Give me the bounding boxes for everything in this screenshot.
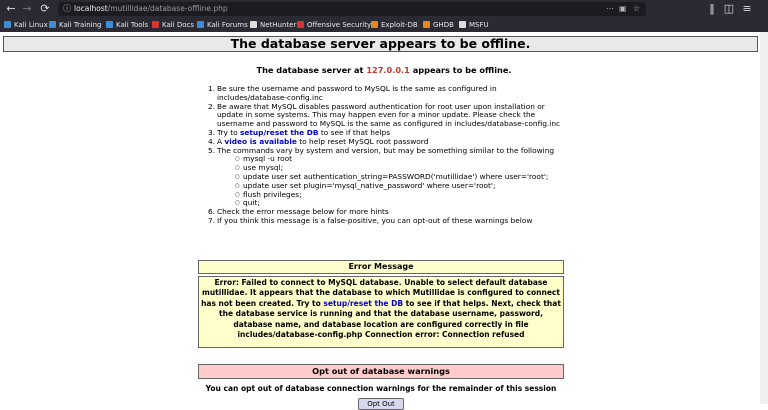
msfu-icon bbox=[459, 21, 466, 28]
bookmark-kali-tools[interactable]: Kali Tools bbox=[106, 18, 148, 32]
opt-out-button[interactable]: Opt Out bbox=[358, 398, 404, 410]
kali-tools-icon bbox=[106, 21, 113, 28]
setup-reset-db-link[interactable]: setup/reset the DB bbox=[240, 128, 319, 137]
error-message-heading: Error Message bbox=[198, 260, 564, 274]
bookmark-kali-training[interactable]: Kali Training bbox=[49, 18, 102, 32]
kali-forums-icon bbox=[197, 21, 204, 28]
command-item: mysql -u root bbox=[235, 155, 568, 164]
bookmark-label: NetHunter bbox=[260, 21, 297, 29]
back-icon[interactable]: ← bbox=[4, 2, 18, 16]
bookmark-label: Kali Forums bbox=[207, 21, 248, 29]
step-text: Be aware that MySQL disables password au… bbox=[217, 101, 561, 129]
step-text: The commands vary by system and version,… bbox=[217, 145, 555, 155]
menu-icon[interactable]: ≡ bbox=[740, 2, 754, 16]
pocket-icon[interactable]: ▣ bbox=[619, 2, 627, 16]
error-message-body: Error: Failed to connect to MySQL databa… bbox=[198, 276, 564, 348]
bookmark-label: Exploit-DB bbox=[381, 21, 418, 29]
page-content: The database server appears to be offlin… bbox=[0, 32, 768, 410]
page-info-icon[interactable]: ⓘ bbox=[63, 2, 71, 16]
browser-chrome: ← → ⟳ ⓘ localhost/mutillidae/database-of… bbox=[0, 0, 768, 32]
exploit-db-icon bbox=[371, 21, 378, 28]
url-path: /mutillidae/database-offline.php bbox=[107, 4, 228, 13]
step-text: Try to bbox=[217, 127, 240, 137]
kali-linux-icon bbox=[4, 21, 11, 28]
bookmark-exploit-db[interactable]: Exploit-DB bbox=[371, 18, 418, 32]
bookmarks-toolbar: Kali Linux Kali Training Kali Tools Kali… bbox=[0, 18, 768, 32]
bookmark-kali-linux[interactable]: Kali Linux bbox=[4, 18, 48, 32]
bookmark-nethunter[interactable]: NetHunter bbox=[250, 18, 296, 32]
page-title: The database server appears to be offlin… bbox=[3, 36, 758, 52]
opt-out-description: You can opt out of database connection w… bbox=[205, 384, 557, 393]
video-link[interactable]: video is available bbox=[224, 137, 297, 146]
offline-headline: The database server at 127.0.0.1 appears… bbox=[0, 65, 768, 75]
step-text: Be sure the username and password to MyS… bbox=[217, 84, 497, 102]
more-actions-icon[interactable]: ⋯ bbox=[606, 2, 614, 16]
step-text: to help reset MySQL root password bbox=[296, 136, 429, 146]
reload-icon[interactable]: ⟳ bbox=[38, 2, 52, 16]
library-icon[interactable]: ‖ bbox=[705, 2, 719, 16]
bookmark-label: Offensive Security bbox=[307, 21, 372, 29]
bookmark-offensive-security[interactable]: Offensive Security bbox=[297, 18, 371, 32]
bookmark-star-icon[interactable]: ☆ bbox=[633, 2, 640, 16]
bookmark-label: Kali Docs bbox=[162, 21, 195, 29]
step-text: Check the error message below for more h… bbox=[217, 207, 389, 217]
bookmark-label: Kali Linux bbox=[14, 21, 48, 29]
list-item: 1. Be sure the username and password to M… bbox=[208, 84, 497, 102]
bookmark-kali-forums[interactable]: Kali Forums bbox=[197, 18, 248, 32]
bookmark-label: Kali Tools bbox=[116, 21, 149, 29]
url-text[interactable]: localhost/mutillidae/database-offline.ph… bbox=[74, 2, 228, 16]
error-setup-reset-db-link[interactable]: setup/reset the DB bbox=[323, 299, 403, 308]
url-host: localhost bbox=[74, 4, 108, 13]
step-text: If you think this message is a false-pos… bbox=[217, 215, 533, 225]
server-ip: 127.0.0.1 bbox=[366, 65, 410, 75]
kali-training-icon bbox=[49, 21, 56, 28]
list-item: 5. The commands vary by system and versio… bbox=[208, 145, 568, 209]
navigation-toolbar: ← → ⟳ ⓘ localhost/mutillidae/database-of… bbox=[0, 0, 768, 18]
bookmark-label: Kali Training bbox=[59, 21, 102, 29]
bookmark-ghdb[interactable]: GHDB bbox=[423, 18, 454, 32]
forward-icon[interactable]: → bbox=[20, 2, 34, 16]
command-item: flush privileges; bbox=[235, 190, 568, 200]
bookmark-kali-docs[interactable]: Kali Docs bbox=[152, 18, 194, 32]
url-bar[interactable]: ⓘ localhost/mutillidae/database-offline.… bbox=[58, 2, 646, 16]
headline-pre: The database server at bbox=[256, 65, 367, 75]
nethunter-icon bbox=[250, 21, 257, 28]
command-list: mysql -u root use mysql; update user set… bbox=[217, 155, 568, 208]
troubleshooting-steps: 1. Be sure the username and password to M… bbox=[208, 84, 568, 226]
bookmark-msfu[interactable]: MSFU bbox=[459, 18, 489, 32]
list-item: 2. Be aware that MySQL disables password … bbox=[208, 101, 561, 129]
bookmark-label: MSFU bbox=[469, 21, 489, 29]
ghdb-icon bbox=[423, 21, 430, 28]
list-item: 7. If you think this message is a false-p… bbox=[208, 215, 533, 225]
offensive-security-icon bbox=[297, 21, 304, 28]
page-scrollbar[interactable] bbox=[760, 32, 768, 404]
sidebar-icon[interactable]: ◫ bbox=[722, 2, 736, 16]
opt-out-heading: Opt out of database warnings bbox=[198, 364, 564, 379]
kali-docs-icon bbox=[152, 21, 159, 28]
headline-post: appears to be offline. bbox=[409, 65, 512, 75]
bookmark-label: GHDB bbox=[433, 21, 454, 29]
step-text: to see if that helps bbox=[318, 127, 391, 137]
